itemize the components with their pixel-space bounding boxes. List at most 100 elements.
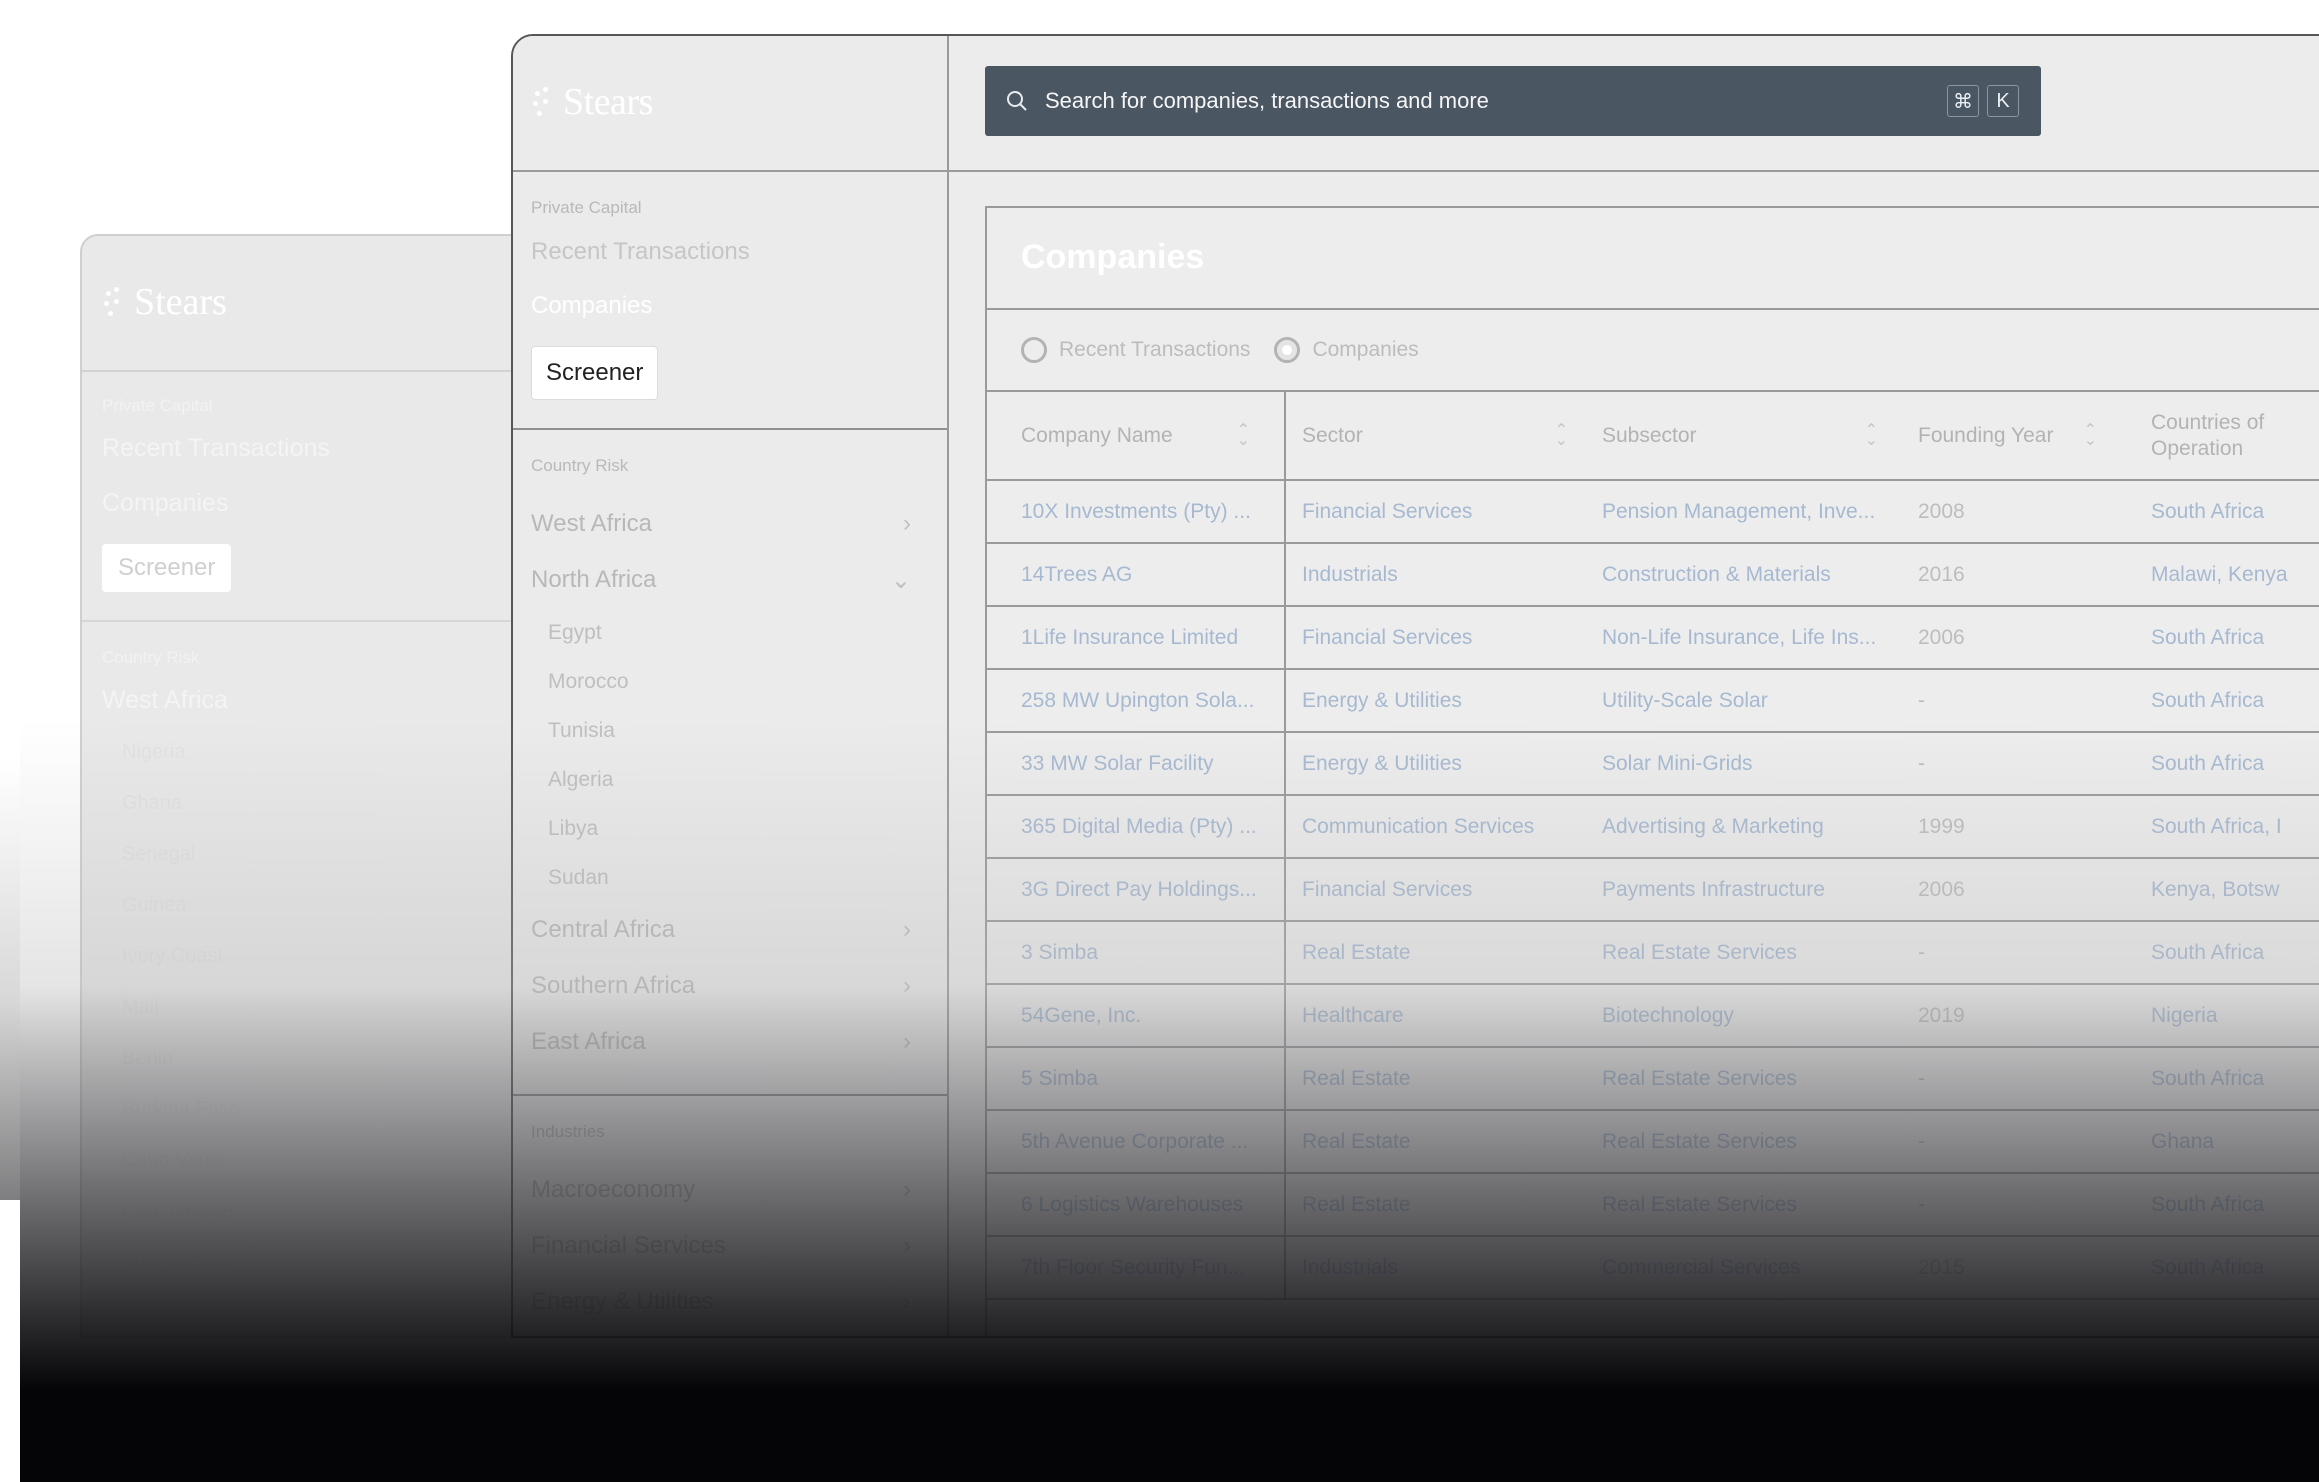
cell-subsector[interactable]: Non-Life Insurance, Life Ins... <box>1602 606 1918 670</box>
nav-screener[interactable]: Screener <box>531 346 659 400</box>
table-row[interactable]: 5th Avenue Corporate ... Real Estate Real … <box>987 1110 2319 1174</box>
cell-countries[interactable]: South Africa <box>2151 732 2319 796</box>
sort-icon[interactable]: ⌃ ⌄ <box>1865 422 1878 448</box>
country-algeria[interactable]: Algeria <box>531 755 929 804</box>
cell-company-name[interactable]: 3 Simba <box>987 921 1286 985</box>
search-bar[interactable]: Search for companies, transactions and m… <box>985 66 2041 136</box>
industry-financial-services[interactable]: Financial Services › <box>531 1218 929 1274</box>
column-countries[interactable]: Countries of Operation <box>2151 392 2319 481</box>
table-row[interactable]: 258 MW Upington Sola... Energy & Utilitie… <box>987 669 2319 733</box>
sort-icon[interactable]: ⌃ ⌄ <box>1555 422 1568 448</box>
cell-countries[interactable]: Kenya, Botsw <box>2151 858 2319 922</box>
cell-subsector[interactable]: Advertising & Marketing <box>1602 795 1918 859</box>
cell-countries[interactable]: Nigeria <box>2151 984 2319 1048</box>
column-founding-year[interactable]: Founding Year ⌃ ⌄ <box>1918 392 2151 481</box>
cell-subsector[interactable]: Solar Mini-Grids <box>1602 732 1918 796</box>
cell-company-name[interactable]: 5th Avenue Corporate ... <box>987 1110 1286 1174</box>
cell-subsector[interactable]: Real Estate Services <box>1602 921 1918 985</box>
country-libya[interactable]: Libya <box>531 804 929 853</box>
cell-sector[interactable]: Real Estate <box>1285 1173 1602 1237</box>
cell-sector[interactable]: Energy & Utilities <box>1285 732 1602 796</box>
cell-countries[interactable]: South Africa <box>2151 1236 2319 1300</box>
cell-sector[interactable]: Real Estate <box>1285 1110 1602 1174</box>
cell-sector[interactable]: Real Estate <box>1285 921 1602 985</box>
search-input[interactable]: Search for companies, transactions and m… <box>1045 88 1947 114</box>
cell-company-name[interactable]: 33 MW Solar Facility <box>987 732 1286 796</box>
table-row[interactable]: 3G Direct Pay Holdings... Financial Servi… <box>987 858 2319 922</box>
cell-company-name-text: 14Trees AG <box>1021 562 1133 586</box>
cell-company-name[interactable]: 7th Floor Security Fun... <box>987 1236 1286 1300</box>
cell-sector[interactable]: Financial Services <box>1285 858 1602 922</box>
column-subsector[interactable]: Subsector ⌃ ⌄ <box>1602 392 1918 481</box>
cell-sector[interactable]: Industrials <box>1285 1236 1602 1300</box>
cell-countries[interactable]: South Africa <box>2151 1047 2319 1111</box>
cell-subsector[interactable]: Real Estate Services <box>1602 1173 1918 1237</box>
country-sudan[interactable]: Sudan <box>531 853 929 902</box>
cell-sector[interactable]: Financial Services <box>1285 606 1602 670</box>
column-company-name[interactable]: Company Name ⌃ ⌄ <box>987 392 1286 481</box>
nav-recent-transactions[interactable]: Recent Transactions <box>531 238 929 266</box>
table-row[interactable]: 365 Digital Media (Pty) ... Communication… <box>987 795 2319 859</box>
cell-countries[interactable]: South Africa <box>2151 669 2319 733</box>
country-egypt[interactable]: Egypt <box>531 608 929 657</box>
sort-icon[interactable]: ⌃ ⌄ <box>1237 422 1250 448</box>
cell-sector[interactable]: Real Estate <box>1285 1047 1602 1111</box>
cell-sector[interactable]: Communication Services <box>1285 795 1602 859</box>
industry-energy-utilities[interactable]: Energy & Utilities › <box>531 1274 929 1330</box>
region-north-africa[interactable]: North Africa ⌄ <box>531 552 929 608</box>
table-row[interactable]: 54Gene, Inc. Healthcare Biotechnology 2019 N… <box>987 984 2319 1048</box>
table-row[interactable]: 1Life Insurance Limited Financial Service… <box>987 606 2319 670</box>
column-sector[interactable]: Sector ⌃ ⌄ <box>1285 392 1602 481</box>
cell-sector[interactable]: Industrials <box>1285 543 1602 607</box>
cell-company-name[interactable]: 10X Investments (Pty) ... <box>987 480 1286 544</box>
region-central-africa[interactable]: Central Africa › <box>531 902 929 958</box>
region-west-africa[interactable]: West Africa › <box>531 496 929 552</box>
cell-countries[interactable]: South Africa <box>2151 606 2319 670</box>
cell-subsector[interactable]: Pension Management, Inve... <box>1602 480 1918 544</box>
region-southern-africa[interactable]: Southern Africa › <box>531 958 929 1014</box>
industry-macroeconomy[interactable]: Macroeconomy › <box>531 1162 929 1218</box>
cell-countries[interactable]: Malawi, Kenya <box>2151 543 2319 607</box>
radio-recent-transactions[interactable] <box>1021 337 1047 363</box>
table-row[interactable]: 6 Logistics Warehouses Real Estate Real Es… <box>987 1173 2319 1237</box>
cell-company-name[interactable]: 3G Direct Pay Holdings... <box>987 858 1286 922</box>
cell-sector[interactable]: Financial Services <box>1285 480 1602 544</box>
table-row[interactable]: 3 Simba Real Estate Real Estate Services - S… <box>987 921 2319 985</box>
cell-subsector[interactable]: Utility-Scale Solar <box>1602 669 1918 733</box>
cell-company-name[interactable]: 1Life Insurance Limited <box>987 606 1286 670</box>
cell-subsector[interactable]: Real Estate Services <box>1602 1110 1918 1174</box>
cell-countries[interactable]: South Africa <box>2151 1173 2319 1237</box>
cell-subsector[interactable]: Commercial Services <box>1602 1236 1918 1300</box>
cell-company-name[interactable]: 14Trees AG <box>987 543 1286 607</box>
cell-company-name[interactable]: 5 Simba <box>987 1047 1286 1111</box>
cell-sector[interactable]: Energy & Utilities <box>1285 669 1602 733</box>
cell-subsector[interactable]: Real Estate Services <box>1602 1047 1918 1111</box>
cell-founding-year: - <box>1918 1173 2151 1237</box>
radio-companies[interactable] <box>1274 337 1301 363</box>
cell-company-name[interactable]: 258 MW Upington Sola... <box>987 669 1286 733</box>
cell-countries[interactable]: South Africa <box>2151 921 2319 985</box>
nav-companies[interactable]: Companies <box>531 292 929 320</box>
cell-subsector[interactable]: Biotechnology <box>1602 984 1918 1048</box>
table-row[interactable]: 33 MW Solar Facility Energy & Utilities So… <box>987 732 2319 796</box>
cell-subsector[interactable]: Payments Infrastructure <box>1602 858 1918 922</box>
cell-countries[interactable]: South Africa <box>2151 480 2319 544</box>
back-screener-chip[interactable]: Screener <box>102 544 232 592</box>
sort-icon[interactable]: ⌃ ⌄ <box>2084 422 2097 448</box>
cell-countries[interactable]: Ghana <box>2151 1110 2319 1174</box>
cell-company-name-text: 3G Direct Pay Holdings... <box>1021 877 1257 901</box>
table-row[interactable]: 7th Floor Security Fun... Industrials Comm… <box>987 1236 2319 1300</box>
cell-company-name[interactable]: 365 Digital Media (Pty) ... <box>987 795 1286 859</box>
country-tunisia[interactable]: Tunisia <box>531 706 929 755</box>
cell-company-name[interactable]: 54Gene, Inc. <box>987 984 1286 1048</box>
region-east-africa[interactable]: East Africa › <box>531 1014 929 1070</box>
cell-countries[interactable]: South Africa, I <box>2151 795 2319 859</box>
table-row[interactable]: 10X Investments (Pty) ... Financial Servi… <box>987 480 2319 544</box>
cell-company-name[interactable]: 6 Logistics Warehouses <box>987 1173 1286 1237</box>
table-row[interactable]: 5 Simba Real Estate Real Estate Services - S… <box>987 1047 2319 1111</box>
logo[interactable]: Stears <box>531 80 653 124</box>
country-morocco[interactable]: Morocco <box>531 657 929 706</box>
table-row[interactable]: 14Trees AG Industrials Construction & Mate… <box>987 543 2319 607</box>
cell-sector[interactable]: Healthcare <box>1285 984 1602 1048</box>
cell-subsector[interactable]: Construction & Materials <box>1602 543 1918 607</box>
